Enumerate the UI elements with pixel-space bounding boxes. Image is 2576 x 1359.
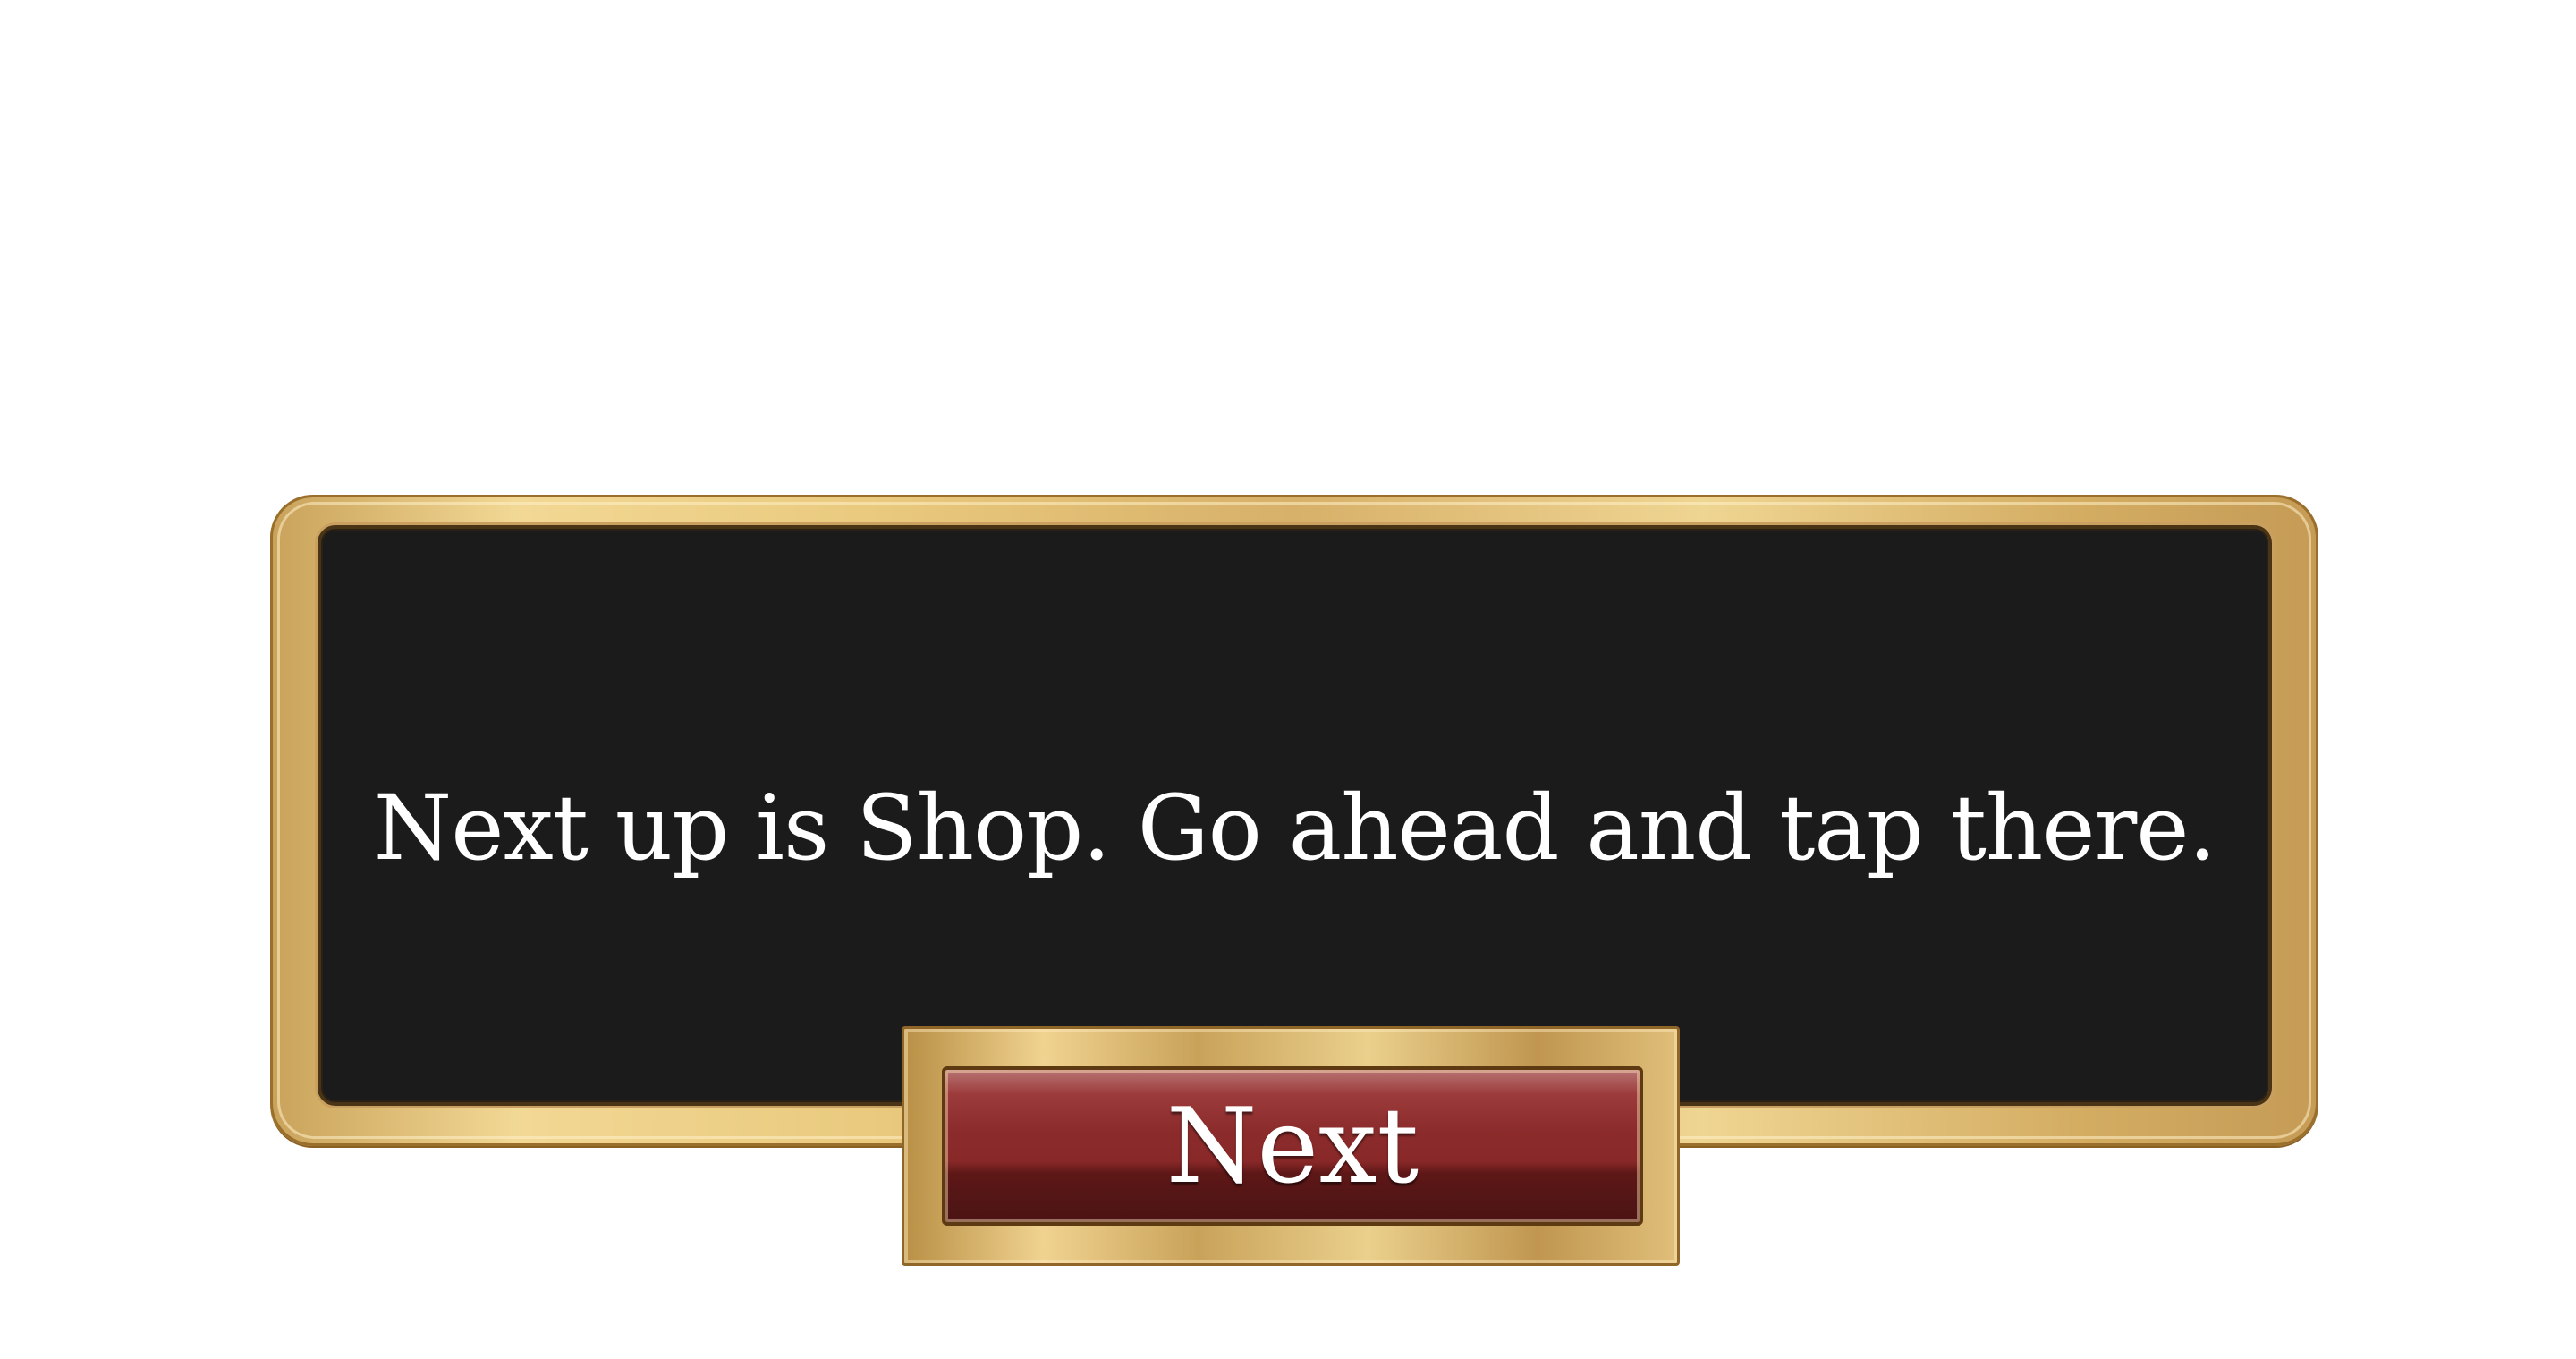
dialog-message: Next up is Shop. Go ahead and tap there. <box>373 776 2217 880</box>
tutorial-screen: Next up is Shop. Go ahead and tap there.… <box>0 0 2576 1359</box>
dialog-panel: Next up is Shop. Go ahead and tap there. <box>318 525 2272 1106</box>
next-button[interactable]: Next <box>942 1066 1643 1226</box>
next-button-frame: Next <box>902 1026 1680 1266</box>
next-button-label: Next <box>1165 1086 1419 1207</box>
